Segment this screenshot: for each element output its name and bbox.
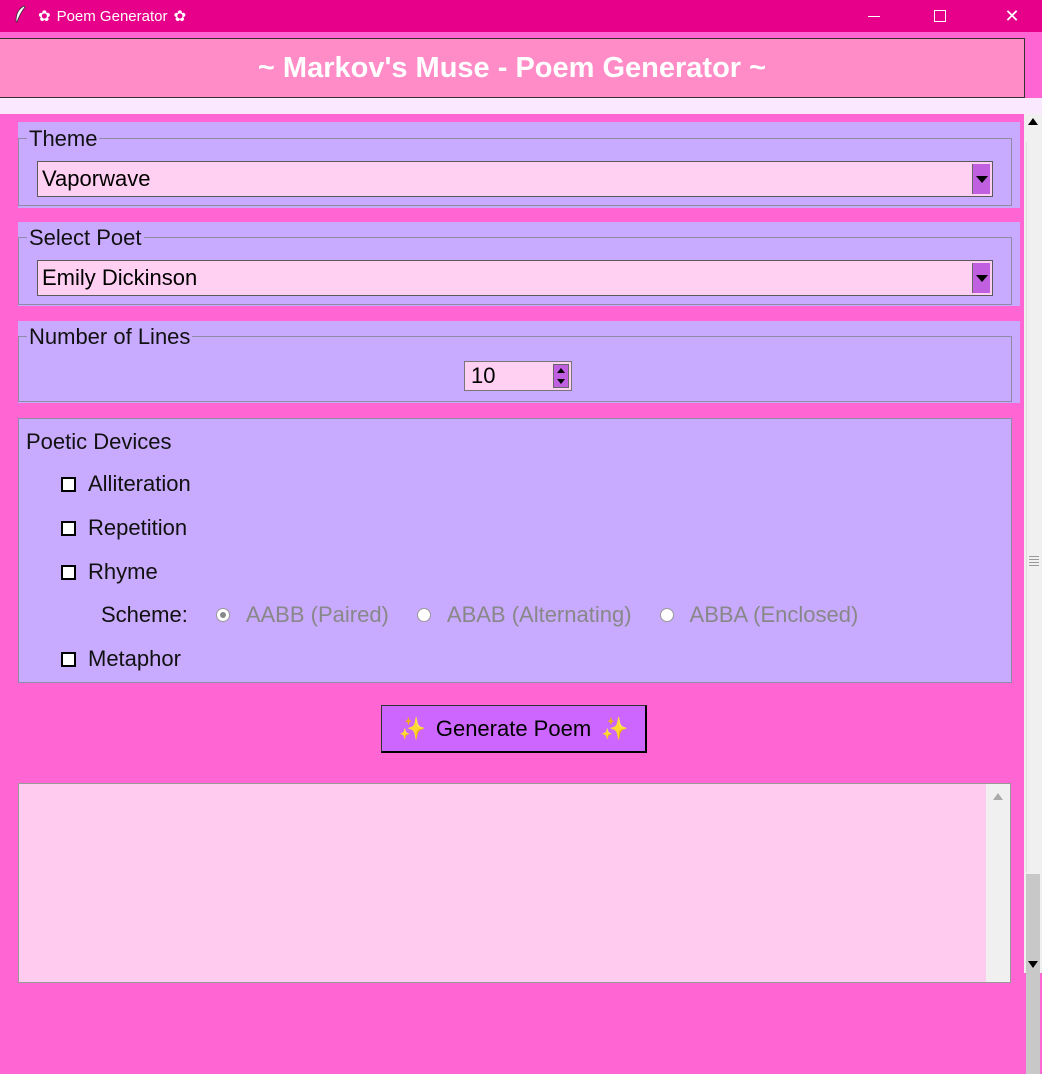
grip-icon [1029,556,1039,566]
close-button[interactable]: ✕ [989,0,1035,32]
close-icon: ✕ [1004,6,1020,26]
spin-down-icon[interactable] [557,379,565,384]
lines-label: Number of Lines [27,324,193,349]
generate-poem-button[interactable]: ✨ Generate Poem ✨ [381,705,647,753]
theme-group: Theme Vaporwave [18,127,1012,206]
scheme-abba-label: ABBA (Enclosed) [689,602,859,627]
metaphor-label: Metaphor [88,646,181,671]
flower-icon: ✿ [38,8,51,25]
checkbox-icon[interactable] [61,651,76,667]
lines-spinbox[interactable]: 10 [464,361,572,391]
scheme-radio-abab[interactable]: ABAB (Alternating) [416,602,632,628]
scroll-up-icon[interactable] [1028,118,1038,125]
app-title: ~ Markov's Muse - Poem Generator ~ [257,51,767,84]
spin-up-icon[interactable] [557,368,565,373]
header-divider [0,98,1042,114]
lines-value: 10 [471,363,496,388]
rhyme-checkbox[interactable]: Rhyme [61,559,158,585]
radio-icon[interactable] [416,608,431,622]
main-content: Theme Vaporwave Select Poet Emily Dickin… [14,114,1024,983]
poetic-devices-title: Poetic Devices [26,429,172,454]
poet-group: Select Poet Emily Dickinson [18,226,1012,305]
scheme-label: Scheme: [101,602,188,627]
sparkle-icon: ✨ [601,715,629,741]
checkbox-icon[interactable] [61,476,76,492]
alliteration-checkbox[interactable]: Alliteration [61,471,191,497]
chevron-down-icon[interactable] [972,263,990,293]
alliteration-label: Alliteration [88,471,191,496]
flower-icon: ✿ [173,8,187,25]
repetition-checkbox[interactable]: Repetition [61,515,187,541]
generate-poem-label: Generate Poem [435,715,592,741]
metaphor-checkbox[interactable]: Metaphor [61,646,181,672]
theme-label: Theme [27,126,100,151]
rhyme-label: Rhyme [88,559,158,584]
poetic-devices-panel: Poetic Devices Alliteration Repetition R… [18,418,1012,683]
theme-select[interactable]: Vaporwave [37,161,993,197]
sparkle-icon: ✨ [398,715,426,741]
radio-icon[interactable] [659,608,674,622]
minimize-button[interactable] [851,0,897,32]
checkbox-icon[interactable] [61,520,76,536]
poet-value: Emily Dickinson [42,265,198,290]
theme-value: Vaporwave [42,166,151,191]
app-header: ~ Markov's Muse - Poem Generator ~ [0,38,1025,98]
title-bar: ✿ Poem Generator ✿ ✕ [0,0,1042,32]
poet-select[interactable]: Emily Dickinson [37,260,993,296]
checkbox-icon[interactable] [61,564,76,580]
radio-selected-icon[interactable] [215,608,230,622]
feather-icon [14,5,28,27]
scroll-down-icon[interactable] [1028,961,1038,968]
window-scrollbar[interactable] [1024,114,1042,1074]
repetition-label: Repetition [88,515,188,540]
spinner-arrows-icon[interactable] [553,364,569,388]
minimize-icon [868,15,880,17]
scroll-track[interactable] [1026,874,1040,1074]
maximize-icon [934,10,946,22]
lines-group: Number of Lines 10 [18,325,1012,402]
poem-output-textarea[interactable] [18,783,1011,983]
maximize-button[interactable] [917,0,963,32]
scheme-aabb-label: AABB (Paired) [245,602,389,627]
scheme-radio-abba[interactable]: ABBA (Enclosed) [659,602,859,628]
poet-label: Select Poet [27,225,144,250]
scheme-abab-label: ABAB (Alternating) [446,602,632,627]
chevron-down-icon[interactable] [972,164,990,194]
scroll-thumb[interactable] [1026,142,1040,872]
rhyme-scheme-row: Scheme: AABB (Paired) ABAB (Alternating)… [101,602,858,628]
scroll-up-icon[interactable] [993,793,1003,800]
window-title: Poem Generator [56,7,168,25]
output-scrollbar[interactable] [986,784,1010,982]
scheme-radio-aabb[interactable]: AABB (Paired) [215,602,389,628]
